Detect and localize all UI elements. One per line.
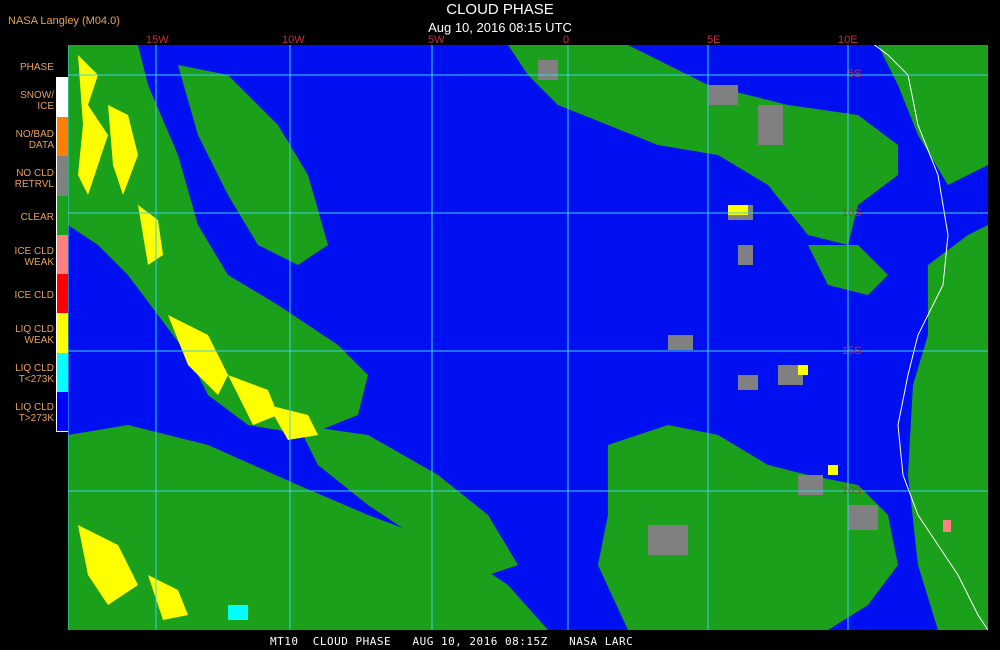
footer-caption: MT10 CLOUD PHASE AUG 10, 2016 08:15Z NAS… xyxy=(270,635,634,648)
legend-label-ice-cloud: ICE CLD xyxy=(14,290,54,301)
legend-label-liq-cloud-cold: LIQ CLD T<273K xyxy=(15,363,54,385)
cloud-phase-map xyxy=(68,45,988,630)
legend-label-liq-cloud-weak: LIQ CLD WEAK xyxy=(15,324,54,346)
legend-label-snow-ice: SNOW/ ICE xyxy=(20,90,54,112)
legend-label-clear: CLEAR xyxy=(20,212,54,223)
legend-label-ice-cloud-weak: ICE CLD WEAK xyxy=(14,246,54,268)
map-title: CLOUD PHASE xyxy=(446,1,554,18)
cold-liquid-cloud-patch xyxy=(228,605,248,620)
legend-label-no-bad-data: NO/BAD DATA xyxy=(15,129,54,151)
legend-label-no-cloud-retrieval: NO CLD RETRVL xyxy=(14,168,54,190)
legend-label-liq-cloud-warm: LIQ CLD T>273K xyxy=(15,402,54,424)
weak-ice-cloud-patch xyxy=(943,520,951,532)
map-timestamp: Aug 10, 2016 08:15 UTC xyxy=(428,20,572,35)
legend-title: PHASE xyxy=(20,62,54,73)
